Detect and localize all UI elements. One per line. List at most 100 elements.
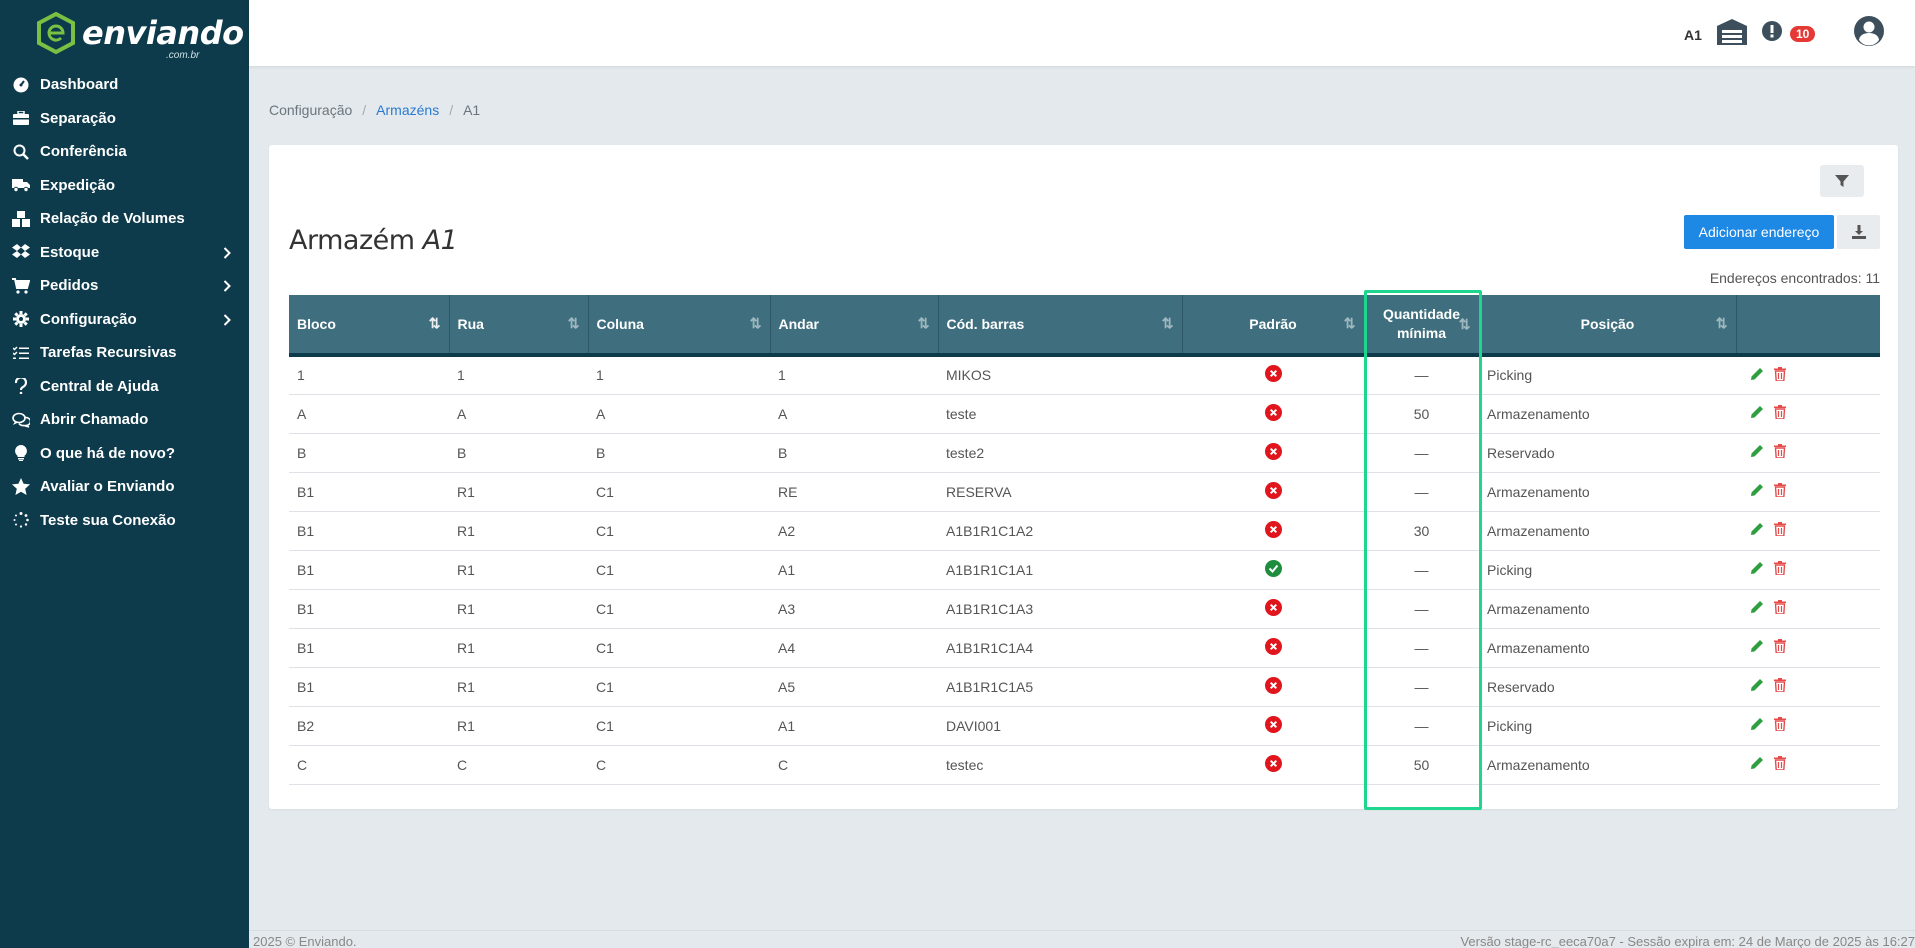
edit-icon[interactable] [1750, 717, 1764, 734]
col-posicao[interactable]: Posição ⇅ [1479, 295, 1737, 357]
sidebar-item-tarefas-recursivas[interactable]: Tarefas Recursivas [0, 336, 249, 370]
download-button[interactable] [1837, 215, 1880, 249]
edit-icon[interactable] [1750, 639, 1764, 656]
sort-icon: ⇅ [1458, 316, 1471, 332]
cell-padrao [1182, 433, 1364, 473]
cell-rua: R1 [449, 589, 588, 629]
sort-icon: ⇅ [567, 315, 580, 331]
cell-coluna: C1 [588, 589, 770, 629]
cell-bloco: A [289, 394, 449, 434]
topbar: A1 10 [249, 0, 1915, 66]
cell-andar: A5 [770, 667, 938, 707]
sidebar-item-configura-o[interactable]: Configuração [0, 303, 249, 337]
sort-icon: ⇅ [1343, 315, 1356, 331]
cell-rua: R1 [449, 706, 588, 746]
cell-andar: A [770, 394, 938, 434]
sidebar-item-label: O que há de novo? [40, 444, 176, 462]
edit-icon[interactable] [1750, 444, 1764, 461]
warehouse-icon[interactable] [1715, 18, 1749, 51]
cell-andar: RE [770, 472, 938, 512]
trash-icon[interactable] [1774, 483, 1786, 500]
col-cod-barras[interactable]: Cód. barras ⇅ [938, 295, 1183, 357]
brand-name: enviando [82, 14, 244, 52]
sidebar-item-pedidos[interactable]: Pedidos [0, 269, 249, 303]
sidebar-item-teste-sua-conex-o[interactable]: Teste sua Conexão [0, 504, 249, 538]
sidebar-item-estoque[interactable]: Estoque [0, 236, 249, 270]
chevron-right-icon [223, 313, 231, 330]
cell-posicao: Armazenamento [1479, 745, 1736, 785]
cell-padrao [1182, 667, 1364, 707]
edit-icon[interactable] [1750, 367, 1764, 384]
trash-icon[interactable] [1774, 367, 1786, 384]
col-bloco[interactable]: Bloco ⇅ [289, 295, 450, 357]
sidebar-item-expedi-o[interactable]: Expedição [0, 169, 249, 203]
cell-actions [1736, 667, 1880, 707]
dropbox-icon [12, 243, 30, 261]
col-coluna[interactable]: Coluna ⇅ [588, 295, 771, 357]
trash-icon[interactable] [1774, 639, 1786, 656]
col-rua[interactable]: Rua ⇅ [449, 295, 589, 357]
add-address-button[interactable]: Adicionar endereço [1684, 215, 1834, 249]
addresses-table: Bloco ⇅ Rua ⇅ Coluna ⇅ Andar ⇅ Cód. barras ⇅ … [289, 295, 1880, 785]
sidebar-item-label: Tarefas Recursivas [40, 344, 177, 362]
edit-icon[interactable] [1750, 483, 1764, 500]
cell-coluna: A [588, 394, 770, 434]
trash-icon[interactable] [1774, 522, 1786, 539]
cell-quantidade-minima: — [1364, 706, 1479, 746]
x-circle-icon [1264, 442, 1282, 463]
truck-icon [12, 176, 30, 194]
cell-coluna: C1 [588, 472, 770, 512]
cell-actions [1736, 550, 1880, 590]
sidebar-item-avaliar-o-enviando[interactable]: Avaliar o Enviando [0, 470, 249, 504]
cell-padrao [1182, 511, 1364, 551]
cell-padrao [1182, 706, 1364, 746]
cell-andar: A4 [770, 628, 938, 668]
user-avatar-icon[interactable] [1853, 15, 1885, 52]
cell-rua: R1 [449, 550, 588, 590]
col-andar[interactable]: Andar ⇅ [770, 295, 939, 357]
col-padrao[interactable]: Padrão ⇅ [1182, 295, 1365, 357]
breadcrumb-root[interactable]: Configuração [269, 102, 352, 118]
cell-posicao: Armazenamento [1479, 589, 1736, 629]
x-circle-icon [1264, 365, 1282, 385]
x-circle-icon [1264, 754, 1282, 775]
filter-button[interactable] [1820, 165, 1864, 197]
sidebar-item-o-que-h-de-novo[interactable]: O que há de novo? [0, 437, 249, 471]
brand-sub: .com.br [166, 50, 200, 61]
cell-padrao [1182, 355, 1364, 395]
cell-andar: A1 [770, 550, 938, 590]
x-circle-icon [1264, 481, 1282, 502]
trash-icon[interactable] [1774, 756, 1786, 773]
edit-icon[interactable] [1750, 561, 1764, 578]
alert-icon[interactable] [1761, 20, 1783, 47]
sidebar-item-central-de-ajuda[interactable]: Central de Ajuda [0, 370, 249, 404]
sidebar-item-dashboard[interactable]: Dashboard [0, 68, 249, 102]
trash-icon[interactable] [1774, 600, 1786, 617]
sidebar-item-rela-o-de-volumes[interactable]: Relação de Volumes [0, 202, 249, 236]
cell-posicao: Armazenamento [1479, 472, 1736, 512]
cell-quantidade-minima: — [1364, 589, 1479, 629]
trash-icon[interactable] [1774, 405, 1786, 422]
trash-icon[interactable] [1774, 717, 1786, 734]
edit-icon[interactable] [1750, 600, 1764, 617]
trash-icon[interactable] [1774, 444, 1786, 461]
warehouse-label: A1 [1684, 27, 1702, 43]
edit-icon[interactable] [1750, 678, 1764, 695]
sidebar-item-confer-ncia[interactable]: Conferência [0, 135, 249, 169]
sidebar-item-separa-o[interactable]: Separação [0, 102, 249, 136]
table-header-row: Bloco ⇅ Rua ⇅ Coluna ⇅ Andar ⇅ Cód. barras ⇅ … [289, 295, 1880, 357]
brand-logo[interactable]: enviando .com.br [36, 12, 244, 61]
edit-icon[interactable] [1750, 756, 1764, 773]
trash-icon[interactable] [1774, 678, 1786, 695]
sidebar-item-abrir-chamado[interactable]: Abrir Chamado [0, 403, 249, 437]
cell-coluna: B [588, 433, 770, 473]
download-icon [1851, 225, 1866, 239]
col-quantidade-minima[interactable]: Quantidade mínima ⇅ [1364, 295, 1480, 357]
edit-icon[interactable] [1750, 405, 1764, 422]
breadcrumb-link[interactable]: Armazéns [376, 102, 439, 118]
cell-actions [1736, 706, 1880, 746]
bulb-icon [12, 444, 30, 462]
edit-icon[interactable] [1750, 522, 1764, 539]
trash-icon[interactable] [1774, 561, 1786, 578]
table-row: B1 R1 C1 RE RESERVA — Armazenamento [289, 472, 1880, 512]
